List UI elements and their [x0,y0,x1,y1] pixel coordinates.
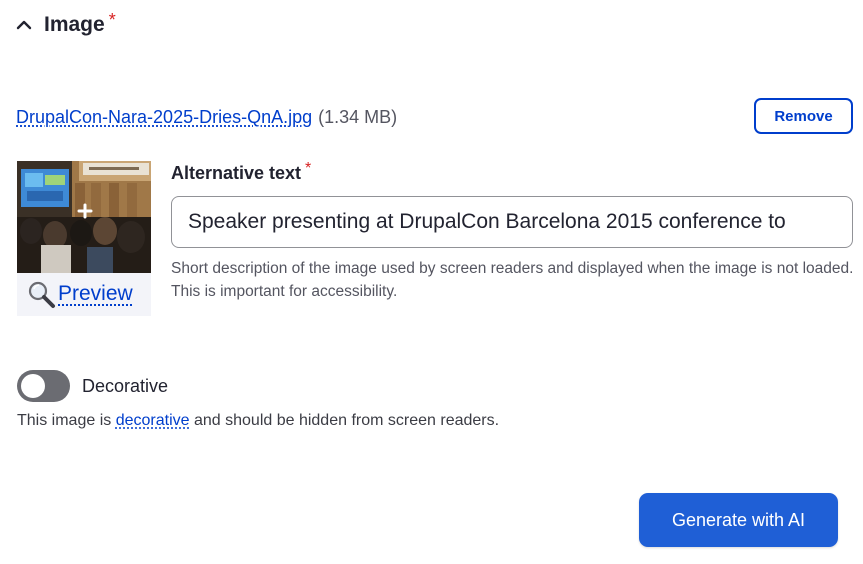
preview-link[interactable]: Preview [26,277,133,311]
section-title: Image [44,13,105,36]
alt-text-description: Short description of the image used by s… [171,260,854,300]
required-marker: * [108,9,116,30]
alt-text-required-marker: * [305,160,312,177]
decorative-toggle[interactable] [17,370,70,402]
alt-text-label: Alternative text [171,162,302,183]
alt-text-input[interactable] [171,196,853,248]
decorative-toggle-row: Decorative [17,369,168,403]
alt-text-label-row: Alternative text * [171,160,311,186]
preview-label[interactable]: Preview [58,282,133,306]
decorative-help-prefix: This image is [17,412,116,429]
file-size: (1.34 MB) [318,106,398,127]
magnifier-icon [26,279,56,309]
decorative-label: Decorative [82,375,169,396]
image-field-widget: Image * DrupalCon-Nara-2025-Dries-QnA.jp… [0,0,863,564]
image-section-header[interactable]: Image * [14,8,116,42]
decorative-help-text: This image is decorative and should be h… [17,408,499,434]
toggle-knob [21,374,45,398]
chevron-up-icon[interactable] [14,15,34,35]
image-thumbnail[interactable] [17,161,151,273]
decorative-help-link[interactable]: decorative [116,412,190,430]
file-info: DrupalCon-Nara-2025-Dries-QnA.jpg (1.34 … [16,104,397,130]
thumbnail-container: Preview [17,161,151,316]
remove-button[interactable]: Remove [754,98,853,134]
decorative-help-suffix: and should be hidden from screen readers… [189,412,500,429]
generate-with-ai-button[interactable]: Generate with AI [639,493,838,547]
file-name-link[interactable]: DrupalCon-Nara-2025-Dries-QnA.jpg [16,107,312,128]
